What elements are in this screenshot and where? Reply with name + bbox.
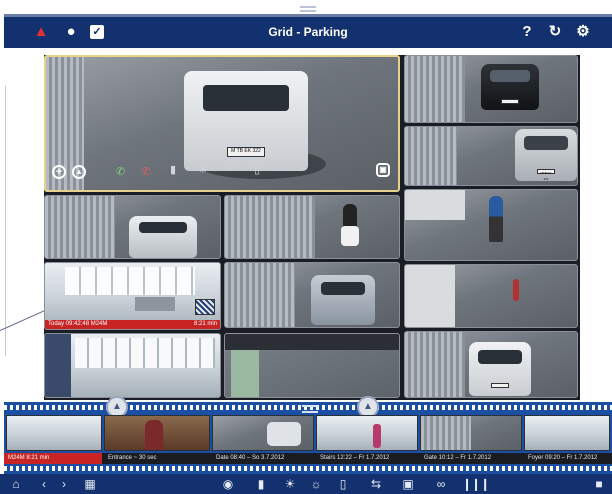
qr-code <box>195 299 215 315</box>
event-timeline[interactable]: ▲ ▲ M24M 8:21 min Entrance ~ 30 sec Date… <box>4 396 612 474</box>
timeline-thumb[interactable] <box>6 415 102 451</box>
reload-icon[interactable]: ↻ <box>546 23 564 41</box>
ptz-icon[interactable]: ▲ <box>72 165 86 179</box>
recording-label: Today 09:42:48 M24M <box>48 321 108 327</box>
lock-icon[interactable]: ■ <box>592 476 606 492</box>
top-bar: ▲ ● ✓ Grid - Parking ? ↻ ⚙ <box>4 14 612 48</box>
timeline-label: Stairs 12:22 – Fr 1.7.2012 <box>320 455 390 461</box>
top-drag-handle[interactable] <box>300 6 316 12</box>
ptz-knob-icon[interactable]: ◉ <box>218 476 238 492</box>
timeline-thumb[interactable] <box>420 415 522 451</box>
timeline-thumb[interactable] <box>104 415 210 451</box>
back-icon[interactable]: ‹ <box>38 476 50 492</box>
timeline-label: Gate 10:12 – Fr 1.7.2012 <box>424 455 492 461</box>
app-screen: ▲ ● ✓ Grid - Parking ? ↻ ⚙ M TB EK 322 +… <box>0 0 612 494</box>
side-divider <box>0 86 6 356</box>
camera-tile-building[interactable] <box>404 264 578 328</box>
timeline-label: M24M 8:21 min <box>4 453 102 464</box>
light-icon[interactable]: ☀ <box>198 163 208 176</box>
car: M TB EK 322 <box>184 71 308 171</box>
camera-tile-main[interactable]: M TB EK 322 + ▲ ✆ ✆ ▮ ☀ • ▯ ▣ <box>44 55 400 192</box>
pedestrian <box>513 279 519 301</box>
timeline-drag-handle[interactable] <box>302 405 318 413</box>
grid-icon[interactable]: ▦ <box>82 476 98 492</box>
license-plate: MTB EK 322 <box>536 168 556 181</box>
license-plate: M TB EK 322 <box>227 147 265 157</box>
gear-icon[interactable]: ⚙ <box>574 23 592 41</box>
timeline-label: Foyer 09:20 – Fr 1.7.2012 <box>528 455 598 461</box>
barcode-icon[interactable]: ❙❙❙ <box>462 476 490 492</box>
forward-icon[interactable]: › <box>58 476 70 492</box>
film-perforation <box>4 466 612 471</box>
swap-icon[interactable]: ⇆ <box>368 476 384 492</box>
camera-tile-parking-gate[interactable] <box>44 195 221 259</box>
phone-accept-icon[interactable]: ✆ <box>116 165 125 178</box>
door-icon[interactable]: ▮ <box>170 163 176 176</box>
timeline-label-row: M24M 8:21 min Entrance ~ 30 sec Date 08:… <box>4 453 612 464</box>
camera-tile-parking-right[interactable] <box>404 55 578 123</box>
thermometer-icon[interactable]: ▯ <box>254 163 260 176</box>
camera-tile-rear[interactable]: MTB EK 322 <box>404 126 578 186</box>
bell-icon[interactable]: • <box>230 163 234 175</box>
camera-tile-cyclist[interactable] <box>404 189 578 261</box>
door-icon[interactable]: ▮ <box>254 476 268 492</box>
light-off-icon[interactable]: ☼ <box>308 476 324 492</box>
cyclist <box>489 196 503 242</box>
scooter <box>341 226 359 246</box>
car: MTB EK 322 <box>515 129 577 181</box>
timeline-label: Entrance ~ 30 sec <box>108 455 157 461</box>
car <box>469 342 531 396</box>
screenshot-icon[interactable]: ▣ <box>376 163 390 177</box>
recording-duration: 8:21 min <box>193 321 217 327</box>
timeline-label: Date 08:40 – So 3.7.2012 <box>216 455 285 461</box>
camera-tile-courtyard[interactable] <box>224 333 400 398</box>
car <box>481 64 539 110</box>
car <box>311 275 375 325</box>
phone-hangup-icon[interactable]: ✆ <box>142 165 151 178</box>
add-icon[interactable]: + <box>52 165 66 179</box>
home-icon[interactable]: ⌂ <box>8 476 24 492</box>
thermometer-icon[interactable]: ▯ <box>336 476 350 492</box>
recording-bar: Today 09:42:48 M24M 8:21 min <box>45 320 220 329</box>
light-icon[interactable]: ☀ <box>282 476 298 492</box>
timeline-thumb[interactable] <box>212 415 314 451</box>
timeline-thumb[interactable] <box>316 415 418 451</box>
help-icon[interactable]: ? <box>518 23 536 41</box>
camera-tile-scooter[interactable] <box>224 195 400 259</box>
snapshot-icon[interactable]: ▣ <box>400 476 416 492</box>
camera-tile-foyer[interactable] <box>44 333 221 398</box>
camera-tile-parking-side[interactable] <box>224 262 400 328</box>
camera-grid: M TB EK 322 + ▲ ✆ ✆ ▮ ☀ • ▯ ▣ MTB EK 322 <box>44 55 580 400</box>
car <box>129 216 197 258</box>
camera-tile-parking-front[interactable] <box>404 331 578 398</box>
bottom-toolbar: ⌂ ‹ › ▦ ◉ ▮ ☀ ☼ ▯ ⇆ ▣ ∞ ❙❙❙ ■ <box>0 474 612 494</box>
link-icon[interactable]: ∞ <box>432 476 450 492</box>
camera-tile-office[interactable]: Today 09:42:48 M24M 8:21 min <box>44 262 221 330</box>
timeline-thumb[interactable] <box>524 415 610 451</box>
